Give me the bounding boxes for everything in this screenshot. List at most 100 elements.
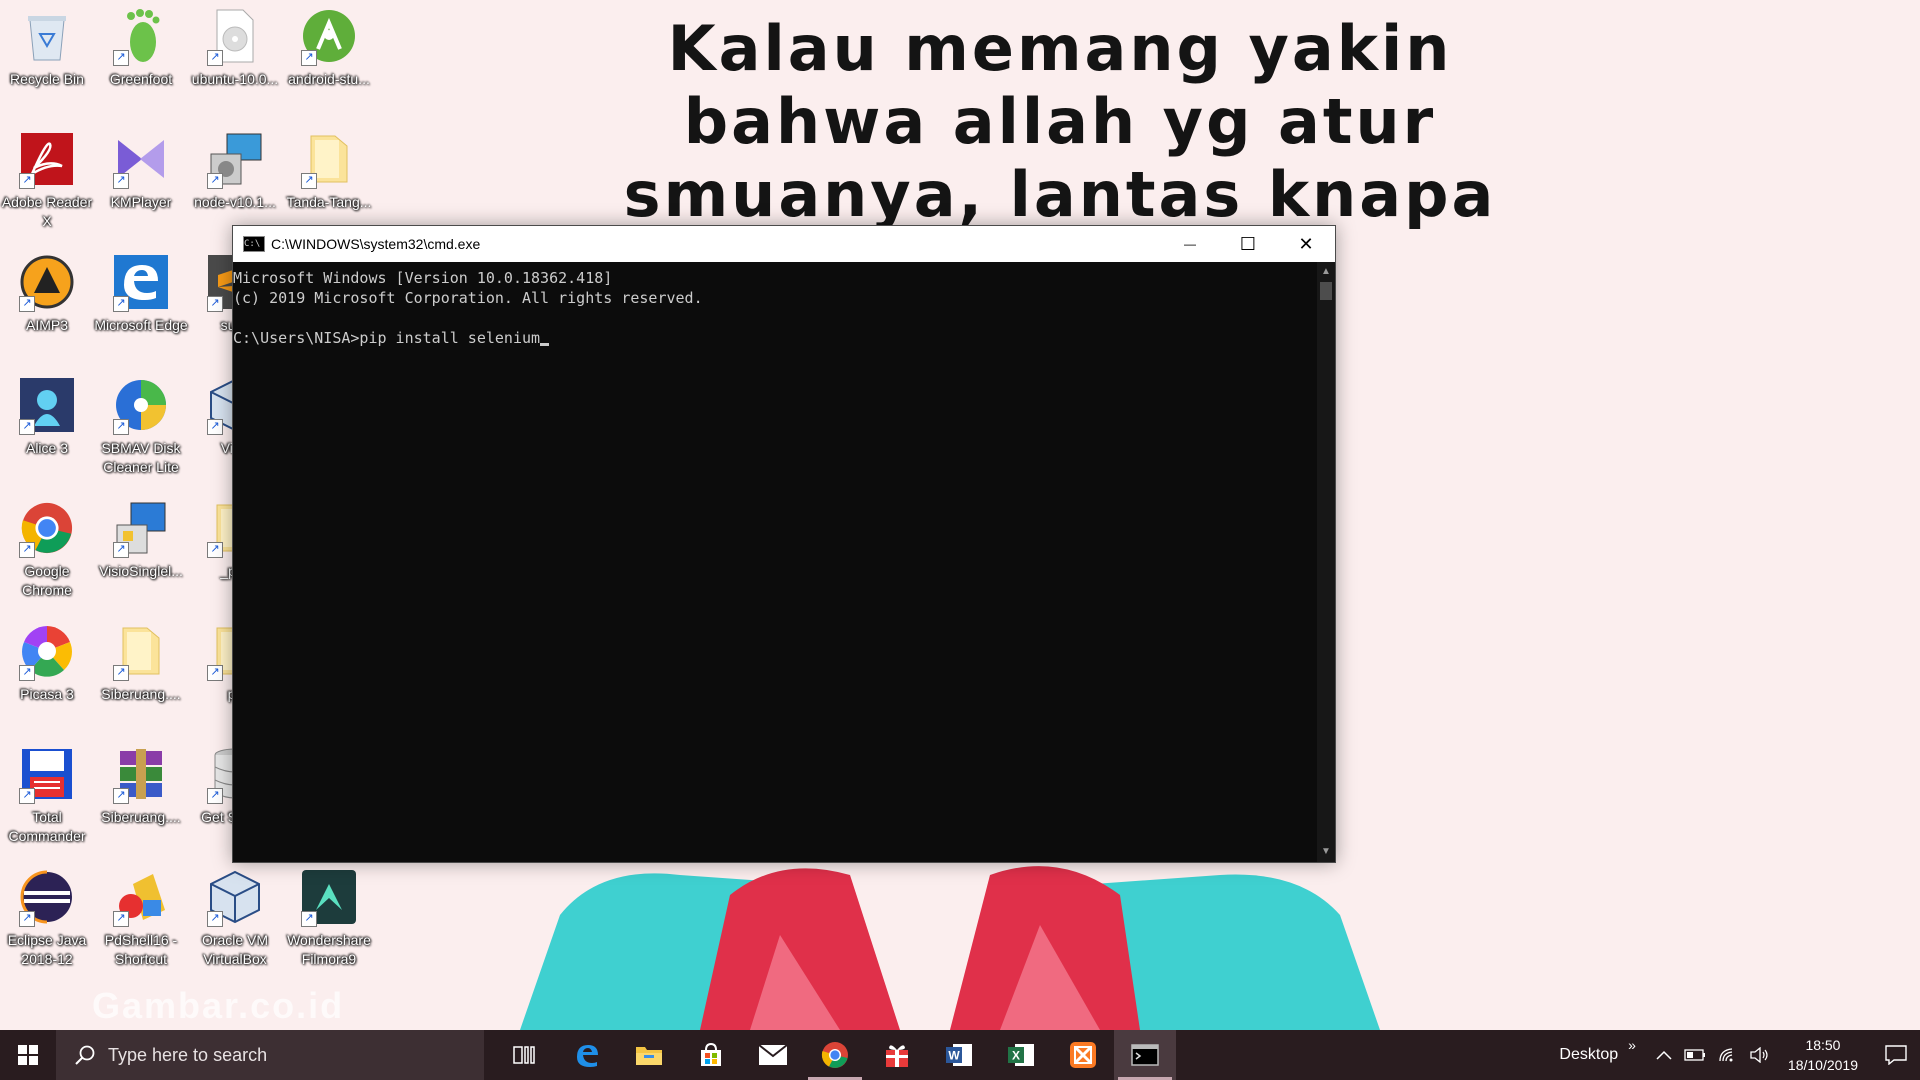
cmd-titlebar[interactable]: C:\ C:\WINDOWS\system32\cmd.exe — ☐ ✕ [233, 226, 1335, 262]
taskbar-edge[interactable] [556, 1030, 618, 1080]
desktop[interactable]: Kalau memang yakin bahwa allah yg atur s… [0, 0, 1920, 1030]
taskbar-mail[interactable] [742, 1030, 804, 1080]
adobe-reader-icon: ↗ [17, 129, 77, 189]
desktop-icon-label: VisioSinglel... [99, 563, 183, 579]
greenfoot-icon: ↗ [111, 6, 171, 66]
total-commander-icon: ↗ [17, 744, 77, 804]
svg-text:W: W [948, 1049, 960, 1063]
network-button[interactable] [1718, 1047, 1738, 1063]
shortcut-arrow-icon: ↗ [113, 296, 129, 312]
desktop-icon[interactable]: ↗ Siberuang.... [94, 621, 188, 704]
desktop-icon[interactable]: ↗ Greenfoot [94, 6, 188, 89]
wallpaper-illustration [520, 866, 1380, 1030]
shortcut-arrow-icon: ↗ [113, 50, 129, 66]
desktop-icon[interactable]: ↗ Eclipse Java 2018-12 [0, 867, 94, 969]
desktop-icon[interactable]: ↗ android-stu... [282, 6, 376, 89]
desktop-icon[interactable]: ↗ Total Commander [0, 744, 94, 846]
desktop-icon-label: Recycle Bin [10, 71, 84, 87]
scrollbar-thumb[interactable] [1320, 282, 1332, 300]
chrome-icon [821, 1042, 848, 1068]
desktop-icon[interactable]: ↗ VisioSinglel... [94, 498, 188, 581]
desktop-icon[interactable]: ↗ KMPlayer [94, 129, 188, 212]
console-line: Microsoft Windows [Version 10.0.18362.41… [233, 269, 613, 287]
volume-button[interactable] [1750, 1047, 1770, 1063]
battery-button[interactable] [1684, 1049, 1706, 1061]
close-button[interactable]: ✕ [1277, 226, 1335, 262]
aimp-icon: ↗ [17, 252, 77, 312]
cmd-console-output[interactable]: Microsoft Windows [Version 10.0.18362.41… [233, 262, 1317, 862]
desktop-icon[interactable]: ↗ Siberuang.... [94, 744, 188, 827]
speaker-icon [1750, 1047, 1768, 1063]
vertical-scrollbar[interactable]: ▲ ▼ [1317, 262, 1335, 862]
taskbar-clock[interactable]: 18:50 18/10/2019 [1788, 1035, 1858, 1075]
action-center-button[interactable] [1872, 1045, 1920, 1065]
text-cursor [540, 343, 550, 346]
taskbar-file-explorer[interactable] [618, 1030, 680, 1080]
desktop-icon-label: Wondershare Filmora9 [287, 932, 371, 967]
desktop-icon-label: PdShell16 - Shortcut [104, 932, 178, 967]
desktop-icon-label: Picasa 3 [20, 686, 74, 702]
desktop-icon[interactable]: ↗ Tanda-Tang... [282, 129, 376, 212]
desktop-icon[interactable]: ↗ AIMP3 [0, 252, 94, 335]
desktop-icon[interactable]: ↗ SBMAV Disk Cleaner Lite [94, 375, 188, 477]
cmd-app-icon: C:\ [243, 236, 265, 252]
disc-image-icon: ↗ [205, 6, 265, 66]
file-explorer-icon [636, 1047, 662, 1065]
desktop-icon[interactable]: ↗ PdShell16 - Shortcut [94, 867, 188, 969]
eclipse-icon: ↗ [17, 867, 77, 927]
desktop-icon-label: Greenfoot [109, 71, 173, 87]
taskbar-task-view[interactable] [494, 1030, 556, 1080]
store-icon [701, 1042, 721, 1066]
console-command: C:\Users\NISA>pip install selenium [233, 329, 541, 347]
shortcut-arrow-icon: ↗ [301, 50, 317, 66]
console-prompt-line[interactable]: C:\Users\NISA>pip install selenium [233, 328, 1317, 348]
word-icon: W [946, 1044, 972, 1066]
taskbar-gift-app[interactable] [866, 1030, 928, 1080]
scroll-up-icon[interactable]: ▲ [1317, 264, 1335, 280]
desktop-icon[interactable]: ↗ Adobe Reader X [0, 129, 94, 231]
shortcut-arrow-icon: ↗ [207, 173, 223, 189]
desktop-icon[interactable]: ↗ Oracle VM VirtualBox [188, 867, 282, 969]
taskbar-word[interactable]: W [928, 1030, 990, 1080]
desktop-icon[interactable]: ↗ Microsoft Edge [94, 252, 188, 335]
desktop-icon[interactable]: ↗ Google Chrome [0, 498, 94, 600]
tray-overflow-button[interactable] [1656, 1050, 1672, 1060]
scroll-down-icon[interactable]: ▼ [1317, 844, 1335, 860]
maximize-button[interactable]: ☐ [1219, 226, 1277, 262]
taskbar-excel[interactable]: X [990, 1030, 1052, 1080]
cmd-icon [1131, 1044, 1159, 1066]
excel-icon: X [1008, 1044, 1034, 1066]
minimize-button[interactable]: — [1161, 226, 1219, 262]
taskbar-chrome[interactable] [804, 1030, 866, 1080]
desktop-icon[interactable]: ↗ Picasa 3 [0, 621, 94, 704]
cmd-window[interactable]: C:\ C:\WINDOWS\system32\cmd.exe — ☐ ✕ Mi… [232, 225, 1336, 863]
start-button[interactable] [0, 1030, 56, 1080]
desktop-toolbar-label[interactable]: Desktop [1559, 1046, 1618, 1064]
shortcut-arrow-icon: ↗ [19, 788, 35, 804]
taskbar-search-box[interactable]: Type here to search [56, 1030, 484, 1080]
taskbar-store[interactable] [680, 1030, 742, 1080]
clock-time: 18:50 [1805, 1037, 1841, 1053]
search-icon [75, 1045, 95, 1065]
toolbar-chevron-icon[interactable]: » [1628, 1037, 1636, 1053]
desktop-icon[interactable]: ↗ node-v10.1... [188, 129, 282, 212]
shortcut-arrow-icon: ↗ [207, 419, 223, 435]
taskbar-cmd[interactable] [1114, 1030, 1176, 1080]
shortcut-arrow-icon: ↗ [19, 911, 35, 927]
desktop-icon[interactable]: Recycle Bin [0, 6, 94, 89]
shortcut-arrow-icon: ↗ [113, 665, 129, 681]
desktop-icon[interactable]: ↗ ubuntu-10.0... [188, 6, 282, 89]
shortcut-arrow-icon: ↗ [207, 50, 223, 66]
visio-installer-icon: ↗ [111, 498, 171, 558]
desktop-icon-label: Adobe Reader X [1, 194, 93, 229]
svg-text:X: X [1012, 1049, 1020, 1063]
desktop-icon-label: Total Commander [8, 809, 86, 844]
shortcut-arrow-icon: ↗ [113, 173, 129, 189]
desktop-icon-label: KMPlayer [110, 194, 172, 210]
desktop-icon[interactable]: ↗ Wondershare Filmora9 [282, 867, 376, 969]
chrome-icon: ↗ [17, 498, 77, 558]
shortcut-arrow-icon: ↗ [113, 542, 129, 558]
virtualbox-icon: ↗ [205, 867, 265, 927]
desktop-icon[interactable]: ↗ Alice 3 [0, 375, 94, 458]
taskbar-xampp[interactable] [1052, 1030, 1114, 1080]
